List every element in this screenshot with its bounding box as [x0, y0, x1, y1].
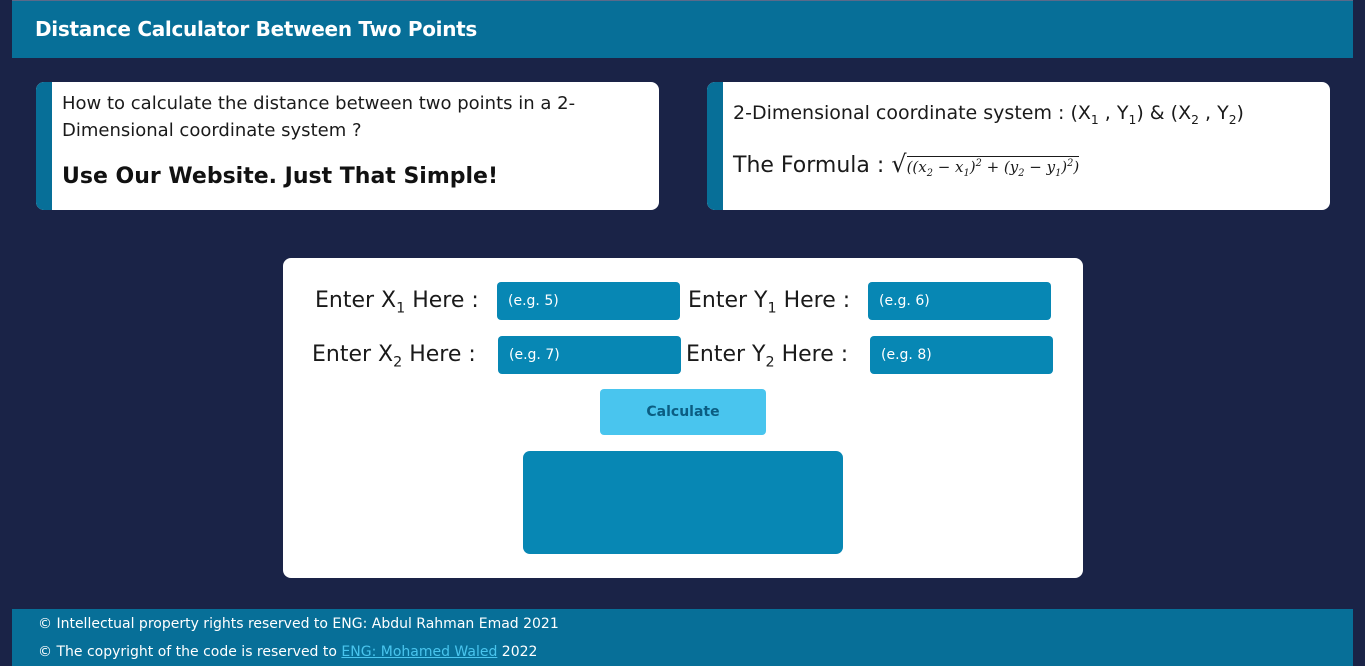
footer-rights-text: © Intellectual property rights reserved …	[38, 616, 559, 632]
calculate-button[interactable]: Calculate	[600, 389, 766, 435]
coordinate-system-label: 2-Dimensional coordinate system :	[733, 102, 1071, 124]
page-title: Distance Calculator Between Two Points	[35, 17, 477, 41]
y2-input[interactable]	[870, 336, 1053, 374]
y2-label: Enter Y2 Here :	[686, 342, 849, 371]
y1-label: Enter Y1 Here :	[688, 288, 851, 317]
result-box	[523, 451, 843, 554]
info-slogan: Use Our Website. Just That Simple!	[62, 164, 499, 189]
author-link[interactable]: ENG: Mohamed Waled	[341, 644, 497, 660]
distance-formula: √((x2 − x1)2 + (y2 − y1)2)	[891, 150, 1080, 179]
x2-label: Enter X2 Here :	[312, 342, 476, 371]
info-card: How to calculate the distance between tw…	[36, 82, 659, 210]
x2-input[interactable]	[498, 336, 681, 374]
coordinate-system-text: 2-Dimensional coordinate system : (X1 , …	[733, 102, 1244, 127]
formula-card: 2-Dimensional coordinate system : (X1 , …	[707, 82, 1330, 210]
info-question: How to calculate the distance between tw…	[62, 93, 576, 141]
x1-label: Enter X1 Here :	[315, 288, 479, 317]
x1-input[interactable]	[497, 282, 680, 320]
page-header: Distance Calculator Between Two Points	[12, 0, 1353, 58]
calculator-panel: Enter X1 Here : Enter Y1 Here : Enter X2…	[283, 258, 1083, 578]
y1-input[interactable]	[868, 282, 1051, 320]
card-accent-stripe	[36, 82, 52, 210]
formula-label: The Formula :	[733, 153, 892, 178]
footer-copyright-text: © The copyright of the code is reserved …	[38, 644, 538, 660]
formula-text: The Formula : √((x2 − x1)2 + (y2 − y1)2)	[733, 150, 1080, 179]
page-footer: © Intellectual property rights reserved …	[12, 609, 1353, 666]
card-accent-stripe	[707, 82, 723, 210]
